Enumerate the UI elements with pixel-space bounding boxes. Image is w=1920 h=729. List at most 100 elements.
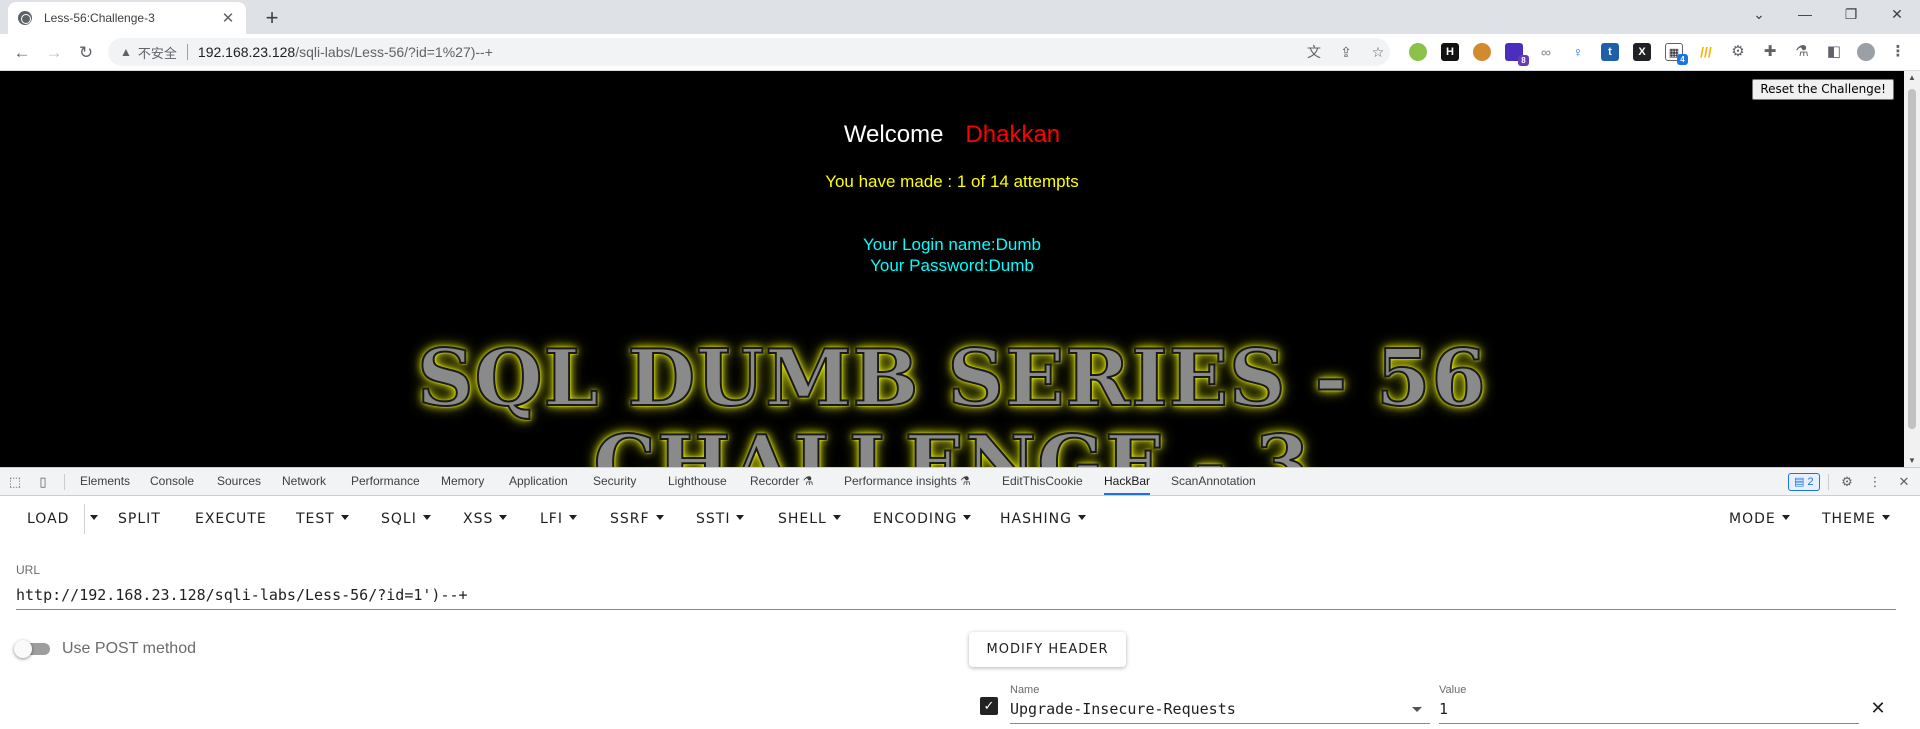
bookmark-star-icon[interactable]: ☆ (1369, 43, 1387, 61)
tab-hackbar[interactable]: HackBar (1104, 468, 1151, 495)
tab-network[interactable]: Network (282, 468, 326, 495)
chevron-down-icon (1412, 707, 1422, 712)
execute-button[interactable]: EXECUTE (195, 509, 267, 529)
header-enabled-checkbox[interactable]: ✓ (980, 697, 998, 715)
encoding-menu[interactable]: ENCODING (873, 509, 972, 529)
address-bar[interactable]: ▲ 不安全 192.168.23.128 /sqli-labs/Less-56/… (108, 38, 1390, 66)
extension-pin-icon[interactable]: ♀ (1569, 43, 1587, 61)
share-icon[interactable]: ⇪ (1337, 43, 1355, 61)
chevron-down-icon (1881, 514, 1890, 520)
device-toolbar-icon[interactable]: ▯ (34, 473, 52, 491)
modify-header-button[interactable]: MODIFY HEADER (969, 632, 1126, 667)
browser-menu-icon[interactable]: ⋮ (1889, 43, 1907, 61)
profile-avatar-icon[interactable] (1857, 43, 1875, 61)
remove-header-icon[interactable]: ✕ (1868, 698, 1888, 718)
insecure-label[interactable]: 不安全 (138, 43, 177, 62)
url-path: /sqli-labs/Less-56/?id=1%27)--+ (295, 44, 493, 60)
settings-gear-icon[interactable]: ⚙ (1729, 43, 1747, 61)
labs-flask-icon[interactable]: ⚗ (1793, 43, 1811, 61)
reset-challenge-button[interactable]: Reset the Challenge! (1752, 79, 1894, 100)
page-scrollbar[interactable]: ▲ ▼ (1904, 71, 1920, 467)
tab-lighthouse[interactable]: Lighthouse (668, 468, 727, 495)
ssti-menu-label: SSTI (696, 511, 731, 527)
lfi-menu[interactable]: LFI (540, 509, 577, 529)
tab-elements[interactable]: Elements (80, 468, 130, 495)
banner-title: SQL DUMB SERIES - 56 (416, 332, 1487, 425)
chevron-down-icon (499, 514, 508, 520)
scrollbar-thumb[interactable] (1908, 89, 1916, 429)
extension-cube-icon[interactable]: 8 (1505, 43, 1529, 66)
url-field-label: URL (16, 563, 41, 577)
hashing-menu[interactable]: HASHING (1000, 509, 1086, 529)
reload-icon[interactable]: ↻ (72, 39, 100, 67)
warning-icon[interactable]: ▲ (120, 45, 132, 59)
side-panel-icon[interactable]: ◧ (1825, 43, 1843, 61)
header-name-select[interactable]: Upgrade-Insecure-Requests (1010, 700, 1430, 724)
restore-button[interactable]: ❐ (1828, 0, 1874, 30)
mode-menu[interactable]: MODE (1729, 509, 1790, 529)
tab-memory[interactable]: Memory (441, 468, 484, 495)
close-tab-icon[interactable]: ✕ (220, 9, 236, 27)
ssti-menu[interactable]: SSTI (696, 509, 745, 529)
header-value-input[interactable]: 1 (1439, 700, 1859, 724)
sqli-menu[interactable]: SQLI (381, 509, 431, 529)
extension-h-icon[interactable]: H (1441, 43, 1459, 61)
devtools-settings-icon[interactable]: ⚙ (1838, 473, 1856, 491)
inspect-element-icon[interactable]: ⬚ (6, 473, 24, 491)
tab-security[interactable]: Security (593, 468, 636, 495)
post-method-toggle[interactable] (14, 640, 52, 658)
tab-editthiscookie[interactable]: EditThisCookie (1002, 468, 1083, 495)
scroll-up-arrow[interactable]: ▲ (1904, 73, 1920, 82)
test-menu-label: TEST (296, 511, 335, 527)
back-arrow-icon[interactable]: ← (8, 39, 36, 67)
ssrf-menu[interactable]: SSRF (610, 509, 664, 529)
extension-green-circle-icon[interactable] (1409, 43, 1427, 61)
new-tab-button[interactable]: + (258, 4, 286, 32)
load-split-divider (84, 504, 85, 534)
close-window-button[interactable]: ✕ (1874, 0, 1920, 30)
translate-icon[interactable]: 文 (1305, 43, 1323, 61)
tab-performance-insights[interactable]: Performance insights ⚗ (844, 468, 971, 495)
load-button[interactable]: LOAD (27, 509, 69, 529)
extension-scan-icon[interactable]: ▦ 4 (1665, 43, 1688, 65)
forward-arrow-icon[interactable]: → (40, 39, 68, 67)
devtools-close-icon[interactable]: ✕ (1895, 473, 1913, 491)
scroll-down-arrow[interactable]: ▼ (1904, 456, 1920, 465)
tab-performance[interactable]: Performance (351, 468, 420, 495)
devtools-panel: ⬚ ▯ Elements Console Sources Network Per… (0, 467, 1920, 729)
url-input[interactable]: http://192.168.23.128/sqli-labs/Less-56/… (16, 584, 1896, 610)
encoding-menu-label: ENCODING (873, 511, 958, 527)
messages-badge[interactable]: ▤ 2 (1788, 473, 1820, 491)
devtools-divider (1828, 474, 1829, 490)
hackbar-menu: LOAD SPLIT EXECUTE TEST SQLI XSS LFI SSR… (0, 496, 1920, 542)
test-menu[interactable]: TEST (296, 509, 349, 529)
messages-count: 2 (1807, 476, 1814, 488)
extension-x-icon[interactable]: X (1633, 43, 1651, 61)
extension-hackbar-icon[interactable]: /// (1697, 43, 1715, 61)
split-button[interactable]: SPLIT (118, 509, 161, 529)
browser-tab[interactable]: Less-56:Challenge-3 ✕ (8, 2, 246, 34)
header-name-label: Name (1010, 684, 1040, 696)
tab-application[interactable]: Application (509, 468, 568, 495)
tab-recorder[interactable]: Recorder ⚗ (750, 468, 813, 495)
extensions-puzzle-icon[interactable]: ✚ (1761, 43, 1779, 61)
cookie-icon[interactable] (1473, 43, 1491, 61)
load-dropdown[interactable] (84, 509, 98, 529)
extension-translate-icon[interactable]: t (1601, 43, 1619, 61)
tab-scanannotation[interactable]: ScanAnnotation (1171, 468, 1256, 495)
devtools-menu-icon[interactable]: ⋮ (1866, 473, 1884, 491)
tab-console[interactable]: Console (150, 468, 194, 495)
chevron-down-icon (1077, 514, 1086, 520)
header-name-value: Upgrade-Insecure-Requests (1010, 700, 1236, 718)
chevron-down-icon (655, 514, 664, 520)
minimize-button[interactable]: — (1782, 0, 1828, 30)
tab-search-icon[interactable]: ⌄ (1736, 0, 1782, 30)
globe-icon (18, 11, 32, 25)
banner-subtitle: CHALLENGE - 3 (593, 418, 1311, 467)
shell-menu[interactable]: SHELL (778, 509, 841, 529)
tab-sources[interactable]: Sources (217, 468, 261, 495)
xss-menu[interactable]: XSS (463, 509, 508, 529)
theme-menu[interactable]: THEME (1822, 509, 1890, 529)
extension-link-icon[interactable]: ∞ (1537, 43, 1555, 61)
devtools-divider (64, 474, 65, 490)
